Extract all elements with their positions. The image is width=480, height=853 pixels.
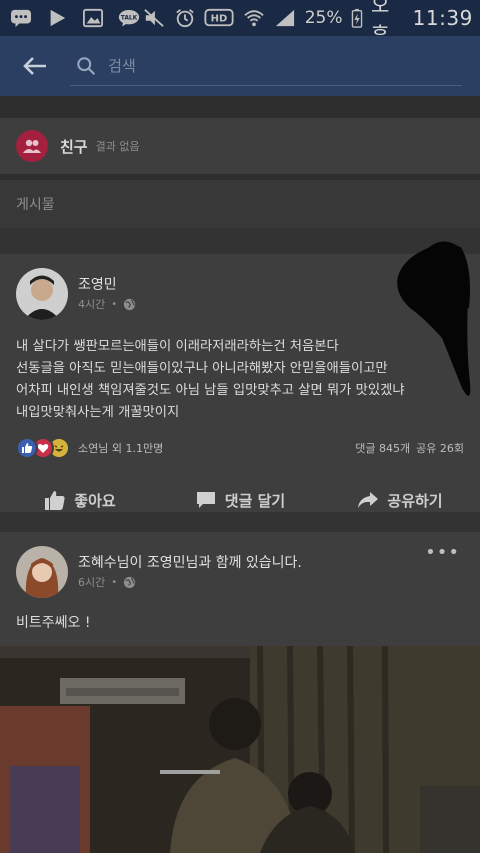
search-input[interactable] bbox=[108, 56, 462, 75]
comment-label: 댓글 달기 bbox=[224, 491, 286, 510]
friends-icon bbox=[16, 130, 48, 162]
post-time: 6시간 bbox=[78, 576, 106, 589]
thumbs-up-icon bbox=[45, 491, 65, 510]
post-stats[interactable]: 댓글 845개 공유 26회 bbox=[355, 440, 464, 456]
chat-bubble-icon bbox=[8, 7, 34, 29]
clock-time: 11:39 bbox=[412, 6, 473, 30]
posts-heading: 게시물 bbox=[0, 180, 480, 228]
post-author[interactable]: 조혜수님이 조영민님과 함께 있습니다. bbox=[78, 552, 302, 572]
search-bar[interactable] bbox=[70, 46, 462, 86]
post-header: 조혜수님이 조영민님과 함께 있습니다. 6시간 • ••• bbox=[0, 532, 480, 606]
share-button[interactable]: 공유하기 bbox=[320, 489, 480, 511]
post-author[interactable]: 조영민 bbox=[78, 274, 117, 294]
like-reaction-icon bbox=[16, 437, 38, 459]
comment-icon bbox=[196, 492, 215, 508]
reactions-summary: 소연님 외 1.1만명 bbox=[78, 442, 164, 455]
like-button[interactable]: 좋아요 bbox=[0, 489, 160, 511]
post-photo[interactable] bbox=[0, 646, 480, 853]
post-card: 조혜수님이 조영민님과 함께 있습니다. 6시간 • ••• 비트주쎄오 ! bbox=[0, 532, 480, 646]
battery-icon bbox=[350, 7, 362, 29]
back-arrow-icon bbox=[23, 57, 46, 75]
battery-percent: 25% bbox=[304, 8, 343, 28]
reactions-bar[interactable]: 소연님 외 1.1만명 댓글 845개 공유 26회 bbox=[0, 424, 480, 462]
post-body: 비트주쎄오 ! bbox=[16, 615, 91, 631]
like-label: 좋아요 bbox=[74, 491, 116, 510]
wifi-icon bbox=[242, 7, 265, 29]
svg-text:TALK: TALK bbox=[121, 16, 138, 22]
redaction-scribble bbox=[397, 241, 471, 396]
divider bbox=[0, 96, 480, 118]
search-icon bbox=[77, 56, 96, 75]
share-label: 공유하기 bbox=[387, 491, 443, 510]
post-meta: 6시간 • bbox=[78, 574, 136, 590]
play-store-icon bbox=[44, 7, 70, 29]
hd-voice-icon: HD bbox=[204, 7, 234, 29]
talk-icon: TALK bbox=[116, 7, 142, 29]
more-options-icon[interactable]: ••• bbox=[425, 542, 460, 563]
friends-no-results: 결과 없음 bbox=[95, 140, 140, 153]
globe-icon bbox=[124, 298, 136, 310]
separator-dot: • bbox=[111, 576, 118, 588]
comment-button[interactable]: 댓글 달기 bbox=[160, 489, 320, 511]
alarm-icon bbox=[173, 7, 196, 29]
svg-text:HD: HD bbox=[211, 14, 228, 25]
share-arrow-icon bbox=[358, 492, 379, 508]
separator-dot: • bbox=[111, 298, 118, 310]
globe-icon bbox=[124, 576, 136, 588]
share-count: 공유 26회 bbox=[416, 442, 464, 455]
friends-title: 친구 bbox=[60, 137, 88, 156]
comment-count: 댓글 845개 bbox=[355, 442, 411, 455]
signal-icon bbox=[274, 7, 297, 29]
avatar[interactable] bbox=[16, 268, 68, 320]
mute-icon bbox=[142, 7, 165, 29]
post-time: 4시간 bbox=[78, 298, 106, 311]
avatar[interactable] bbox=[16, 546, 68, 598]
gallery-icon bbox=[80, 7, 106, 29]
search-header bbox=[0, 36, 480, 96]
divider bbox=[0, 512, 480, 532]
status-bar: TALK HD 25% 오후 11:39 bbox=[0, 0, 480, 46]
post-meta: 4시간 • bbox=[78, 296, 136, 312]
back-button[interactable] bbox=[0, 36, 70, 96]
friends-section[interactable]: 친구 결과 없음 bbox=[0, 118, 480, 174]
